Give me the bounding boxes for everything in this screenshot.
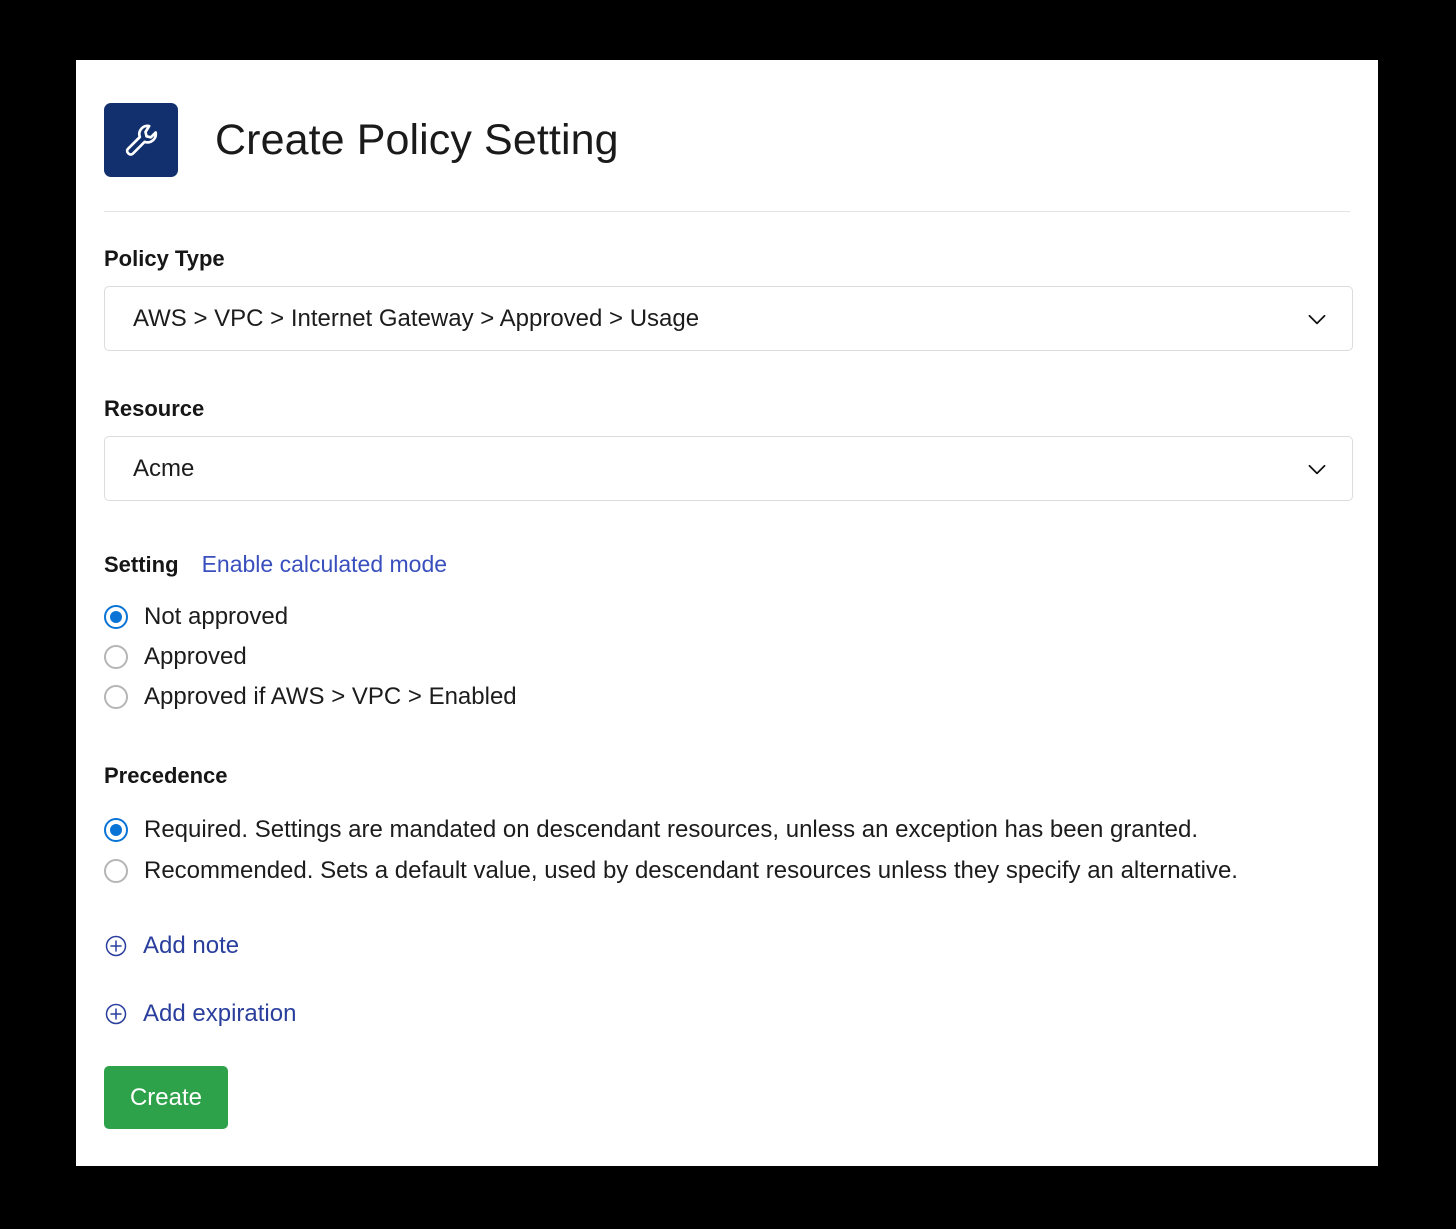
radio-indicator[interactable] xyxy=(104,817,128,842)
create-button[interactable]: Create xyxy=(104,1066,228,1129)
radio-indicator[interactable] xyxy=(104,685,128,709)
chevron-down-icon[interactable] xyxy=(1304,306,1330,332)
radio-indicator[interactable] xyxy=(104,858,128,883)
wrench-icon xyxy=(104,103,178,177)
add-note-link[interactable]: Add note xyxy=(104,927,239,965)
radio-indicator[interactable] xyxy=(104,605,128,629)
add-links-group: Add note Add expiration xyxy=(104,927,1354,1033)
enable-calculated-mode-link[interactable]: Enable calculated mode xyxy=(202,553,448,576)
radio-indicator[interactable] xyxy=(104,645,128,669)
setting-option-not-approved[interactable]: Not approved xyxy=(104,597,1354,637)
add-expiration-label: Add expiration xyxy=(143,1000,297,1027)
setting-header-row: Setting Enable calculated mode xyxy=(104,553,1354,576)
setting-option-label: Not approved xyxy=(144,603,289,630)
resource-value: Acme xyxy=(133,454,195,482)
policy-type-value: AWS > VPC > Internet Gateway > Approved … xyxy=(133,304,700,332)
precedence-option-label: Recommended. Sets a default value, used … xyxy=(144,856,1238,884)
setting-radio-group: Not approved Approved Approved if AWS > … xyxy=(104,597,1354,717)
precedence-option-label: Required. Settings are mandated on desce… xyxy=(144,815,1199,843)
chevron-down-icon[interactable] xyxy=(1304,456,1330,482)
precedence-label: Precedence xyxy=(104,763,228,788)
policy-type-select[interactable]: AWS > VPC > Internet Gateway > Approved … xyxy=(104,286,1353,351)
setting-label: Setting xyxy=(104,552,179,577)
policy-type-label: Policy Type xyxy=(104,246,225,271)
setting-option-approved[interactable]: Approved xyxy=(104,637,1354,677)
precedence-radio-group: Required. Settings are mandated on desce… xyxy=(104,809,1354,891)
policy-setting-form: Policy Type AWS > VPC > Internet Gateway… xyxy=(104,248,1354,1129)
page-title: Create Policy Setting xyxy=(215,115,619,164)
setting-option-approved-if[interactable]: Approved if AWS > VPC > Enabled xyxy=(104,677,1354,717)
precedence-option-recommended[interactable]: Recommended. Sets a default value, used … xyxy=(104,850,1354,891)
setting-option-label: Approved if AWS > VPC > Enabled xyxy=(144,683,517,710)
plus-circle-icon xyxy=(104,1002,128,1026)
resource-label: Resource xyxy=(104,396,205,421)
resource-select[interactable]: Acme xyxy=(104,436,1353,501)
header-divider xyxy=(104,211,1350,212)
setting-option-label: Approved xyxy=(144,643,247,670)
precedence-option-required[interactable]: Required. Settings are mandated on desce… xyxy=(104,809,1354,850)
plus-circle-icon xyxy=(104,934,128,958)
add-note-label: Add note xyxy=(143,932,240,959)
add-expiration-link[interactable]: Add expiration xyxy=(104,995,296,1033)
create-policy-setting-card: Create Policy Setting Policy Type AWS > … xyxy=(76,60,1378,1166)
card-header: Create Policy Setting xyxy=(76,60,1378,177)
